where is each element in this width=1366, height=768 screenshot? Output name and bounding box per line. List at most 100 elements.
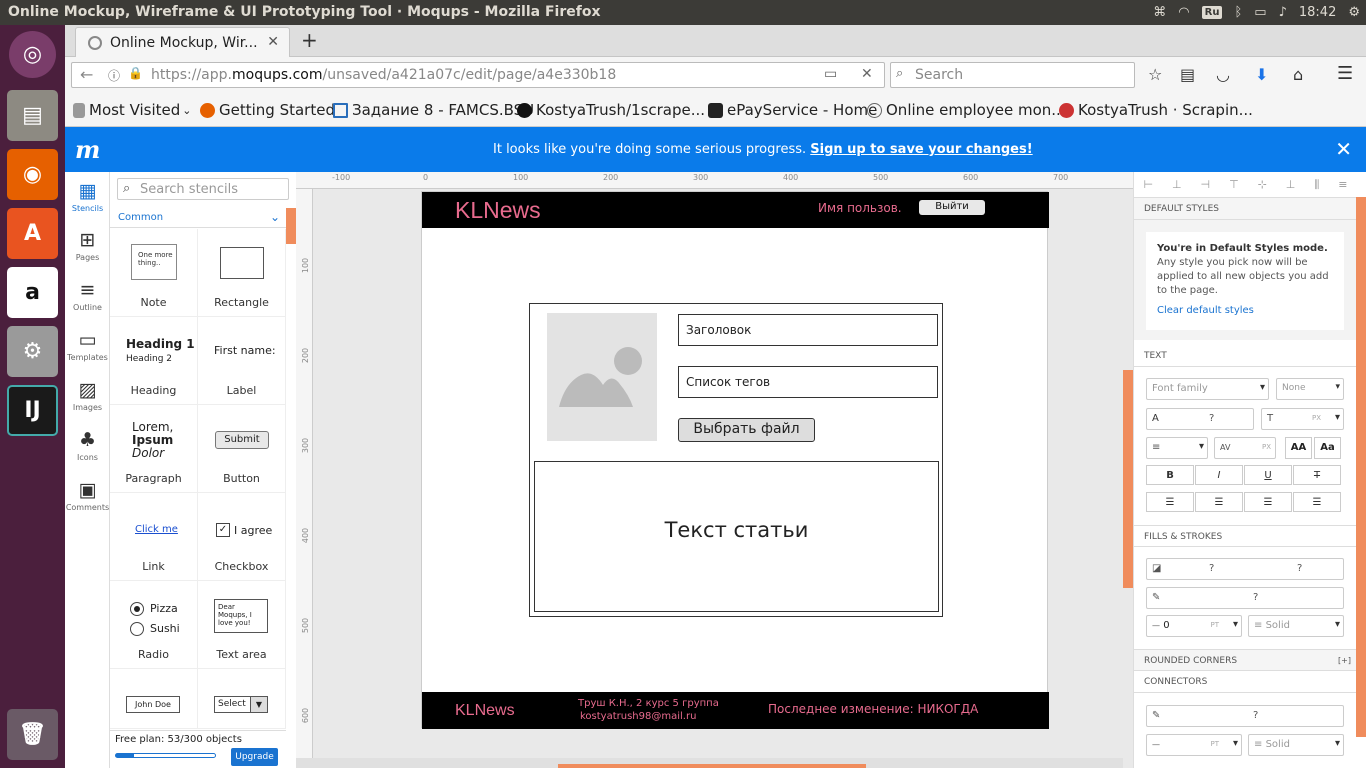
stencil-paragraph[interactable]: Lorem, Ipsum Dolor Paragraph (110, 405, 198, 493)
font-size-field[interactable]: T PX ▾ (1261, 408, 1344, 430)
home-icon[interactable]: ⌂ (1293, 65, 1303, 84)
title-input[interactable]: Заголовок (678, 314, 938, 346)
dropbox-icon[interactable]: ⌘ (1153, 5, 1166, 20)
bluetooth-icon[interactable]: ᛒ (1234, 5, 1242, 20)
stencil-search-input[interactable]: ⌕ Search stencils (117, 178, 289, 200)
stencil-button[interactable]: Submit Button (198, 405, 286, 493)
canvas-vertical-scrollbar[interactable] (1123, 370, 1133, 588)
nav-images[interactable]: ▨ Images (65, 379, 110, 412)
strikethrough-button[interactable]: T (1293, 465, 1341, 485)
letter-spacing-field[interactable]: AV PX (1214, 437, 1276, 459)
nav-icons[interactable]: ♣ Icons (65, 429, 110, 462)
moqups-logo[interactable]: m (75, 135, 100, 164)
info-icon[interactable]: ⓘ (108, 67, 120, 84)
stencils-scrollbar[interactable] (286, 208, 296, 244)
mockup-header[interactable]: KLNews Имя пользов. Выйти (422, 192, 1049, 228)
reader-view-icon[interactable]: ▭ (824, 66, 837, 82)
volume-icon[interactable]: ♪ (1279, 5, 1287, 20)
files-icon[interactable]: ▤ (7, 90, 58, 141)
distribute-v-icon[interactable]: ≡ (1338, 178, 1347, 191)
nav-templates[interactable]: ▭ Templates (65, 329, 110, 362)
properties-scrollbar[interactable] (1356, 197, 1366, 737)
capitalize-button[interactable]: Aa (1314, 437, 1341, 459)
canvas-area[interactable]: -100 0 100 200 300 400 500 600 700 100 2… (296, 172, 1133, 768)
clear-url-icon[interactable]: ✕ (861, 66, 873, 82)
mockup-page[interactable]: KLNews Имя пользов. Выйти Заголовок Спис… (421, 191, 1049, 729)
stencil-link[interactable]: Click me Link (110, 493, 198, 581)
stroke-style-select[interactable]: ≡ Solid ▾ (1248, 615, 1344, 637)
stencil-note[interactable]: One more thing.. Note (110, 229, 198, 317)
downloads-icon[interactable]: ⬇ (1255, 65, 1268, 84)
bookmark-famcs[interactable]: Задание 8 - FAMCS.BSU (333, 101, 534, 119)
bookmark-getting-started[interactable]: Getting Started (200, 101, 335, 119)
signup-link[interactable]: Sign up to save your changes! (810, 142, 1032, 157)
connector-style-select[interactable]: ≡ Solid ▾ (1248, 734, 1344, 756)
new-tab-button[interactable]: + (301, 28, 318, 52)
battery-icon[interactable]: ▭ (1254, 5, 1266, 20)
stroke-width-field[interactable]: — 0 PT ▾ (1146, 615, 1242, 637)
clock[interactable]: 18:42 (1299, 5, 1336, 20)
mockup-logo[interactable]: KLNews (455, 197, 541, 224)
bookmark-scrapinghub[interactable]: KostyaTrush · Scrapin... (1059, 101, 1253, 119)
system-settings-icon[interactable]: ⚙ (7, 326, 58, 377)
align-right-icon[interactable]: ⊣ (1201, 178, 1211, 191)
expand-rounded-corners[interactable]: [+] (1338, 656, 1351, 665)
reading-list-icon[interactable]: ▤ (1180, 65, 1195, 84)
horizontal-scrollbar[interactable] (558, 764, 866, 768)
pocket-icon[interactable]: ◡ (1216, 65, 1230, 84)
font-weight-select[interactable]: None ▾ (1276, 378, 1344, 400)
stencil-text-input[interactable]: John Doe (110, 669, 198, 729)
text-color-field[interactable]: A? (1146, 408, 1254, 430)
bookmark-employee-monitor[interactable]: Online employee mon... (867, 101, 1066, 119)
stencil-rectangle[interactable]: Rectangle (198, 229, 286, 317)
image-placeholder[interactable] (547, 313, 657, 441)
intellij-icon[interactable]: IJ (7, 385, 58, 436)
ubuntu-icon[interactable]: ◎ (9, 31, 56, 78)
amazon-icon[interactable]: a (7, 267, 58, 318)
mockup-footer[interactable]: KLNews Труш К.Н., 2 курс 5 группа kostya… (422, 692, 1049, 729)
footer-last-modified[interactable]: Последнее изменение: НИКОГДА (768, 702, 978, 716)
line-height-select[interactable]: ≡ ▾ (1146, 437, 1208, 459)
category-dropdown[interactable]: Common ⌄ (110, 208, 286, 228)
trash-icon[interactable]: 🗑 (7, 709, 58, 760)
stencil-checkbox[interactable]: ✓ I agree Checkbox (198, 493, 286, 581)
align-center-icon[interactable]: ⊥ (1172, 178, 1182, 191)
bold-button[interactable]: B (1146, 465, 1194, 485)
italic-button[interactable]: I (1195, 465, 1243, 485)
stencil-select[interactable]: Select ▼ (198, 669, 286, 729)
bookmark-github-scrape[interactable]: KostyaTrush/1scrape... (517, 101, 705, 119)
firefox-icon[interactable]: ◉ (7, 149, 58, 200)
clear-default-styles-link[interactable]: Clear default styles (1157, 304, 1334, 318)
align-middle-icon[interactable]: ⊹ (1258, 178, 1267, 191)
footer-email[interactable]: kostyatrush98@mail.ru (580, 711, 696, 722)
nav-pages[interactable]: ⊞ Pages (65, 229, 110, 262)
font-family-select[interactable]: Font family ▾ (1146, 378, 1269, 400)
nav-stencils[interactable]: ▦ Stencils (65, 180, 110, 213)
bookmark-star-icon[interactable]: ☆ (1148, 65, 1162, 84)
connector-width-field[interactable]: — PT ▾ (1146, 734, 1242, 756)
bookmark-most-visited[interactable]: Most Visited ⌄ (73, 101, 192, 119)
menu-icon[interactable]: ☰ (1337, 63, 1353, 84)
tab-moqups[interactable]: Online Mockup, Wir... ✕ (75, 27, 290, 57)
connector-color-field[interactable]: ✎? (1146, 705, 1344, 727)
close-tab-icon[interactable]: ✕ (267, 34, 279, 50)
wifi-icon[interactable]: ◠ (1178, 5, 1189, 20)
upgrade-button[interactable]: Upgrade (231, 748, 278, 766)
rounded-corners-header[interactable]: ROUNDED CORNERS [+] (1134, 649, 1357, 671)
text-align-right-icon[interactable]: ☰ (1244, 492, 1292, 512)
keyboard-layout[interactable]: Ru (1201, 6, 1223, 19)
settings-gear-icon[interactable]: ⚙ (1348, 5, 1360, 20)
stencil-radio[interactable]: Pizza Sushi Radio (110, 581, 198, 669)
underline-button[interactable]: U (1244, 465, 1292, 485)
mockup-logout-button[interactable]: Выйти (919, 200, 985, 215)
bookmark-epayservice[interactable]: ePayService - Home (708, 101, 877, 119)
choose-file-button[interactable]: Выбрать файл (678, 418, 815, 442)
uppercase-button[interactable]: AA (1285, 437, 1312, 459)
mockup-article-form[interactable]: Заголовок Список тегов Выбрать файл Текс… (529, 303, 943, 617)
stroke-color-field[interactable]: ✎? (1146, 587, 1344, 609)
text-align-left-icon[interactable]: ☰ (1146, 492, 1194, 512)
url-bar[interactable]: ← ⓘ 🔒 https://app.moqups.com/unsaved/a42… (71, 62, 885, 88)
align-top-icon[interactable]: ⊤ (1229, 178, 1239, 191)
back-icon[interactable]: ← (80, 65, 93, 84)
nav-comments[interactable]: ▣ Comments (65, 479, 110, 512)
